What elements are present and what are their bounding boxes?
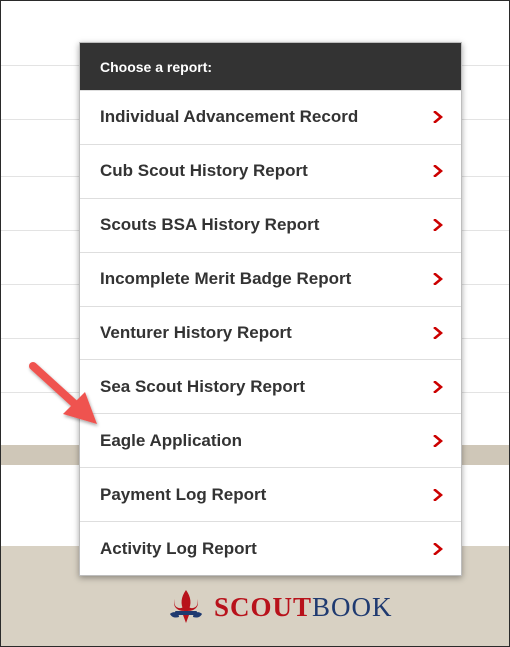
menu-item-incomplete-merit-badge-report[interactable]: Incomplete Merit Badge Report <box>80 251 461 306</box>
chevron-right-icon <box>433 488 443 501</box>
menu-item-label: Venturer History Report <box>100 323 292 342</box>
menu-item-scouts-bsa-history-report[interactable]: Scouts BSA History Report <box>80 197 461 252</box>
menu-item-cub-scout-history-report[interactable]: Cub Scout History Report <box>80 143 461 198</box>
chevron-right-icon <box>433 434 443 447</box>
menu-item-label: Individual Advancement Record <box>100 107 359 127</box>
chevron-right-icon <box>433 542 443 555</box>
menu-item-label: Sea Scout History Report <box>100 376 305 396</box>
chevron-right-icon <box>433 219 443 232</box>
menu-item-eagle-application[interactable]: Eagle Application <box>80 413 461 467</box>
menu-item-activity-log-report[interactable]: Activity Log Report <box>80 521 461 575</box>
scoutbook-logo[interactable]: SCOUTBOOK <box>166 585 393 629</box>
menu-item-label: Payment Log Report <box>100 484 267 504</box>
menu-header: Choose a report: <box>80 43 461 90</box>
menu-item-individual-advancement-record[interactable]: Individual Advancement Record <box>80 90 461 144</box>
chevron-right-icon <box>433 380 443 393</box>
menu-item-venturer-history-report[interactable]: Venturer History Report <box>80 305 461 360</box>
menu-item-sea-scout-history-report[interactable]: Sea Scout History Report <box>80 359 461 413</box>
chevron-right-icon <box>433 111 443 124</box>
menu-item-label: Scouts BSA History Report <box>100 215 320 235</box>
menu-item-label: Incomplete Merit Badge Report <box>100 269 352 289</box>
fleur-de-lis-icon <box>170 590 202 623</box>
chevron-right-icon <box>433 273 443 286</box>
menu-item-label: Cub Scout History Report <box>100 161 308 181</box>
menu-item-label: Activity Log Report <box>100 538 257 558</box>
brand-wordmark: SCOUTBOOK <box>214 592 393 623</box>
chevron-right-icon <box>433 165 443 178</box>
chevron-right-icon <box>433 327 443 339</box>
brand-wordmark-bold: SCOUT <box>214 591 313 622</box>
menu-item-payment-log-report[interactable]: Payment Log Report <box>80 467 461 521</box>
brand-wordmark-light: BOOK <box>312 591 393 622</box>
menu-item-label: Eagle Application <box>100 430 243 450</box>
report-menu: Choose a report: Individual Advancement … <box>79 42 462 576</box>
arrow-annotation-icon <box>29 362 97 424</box>
